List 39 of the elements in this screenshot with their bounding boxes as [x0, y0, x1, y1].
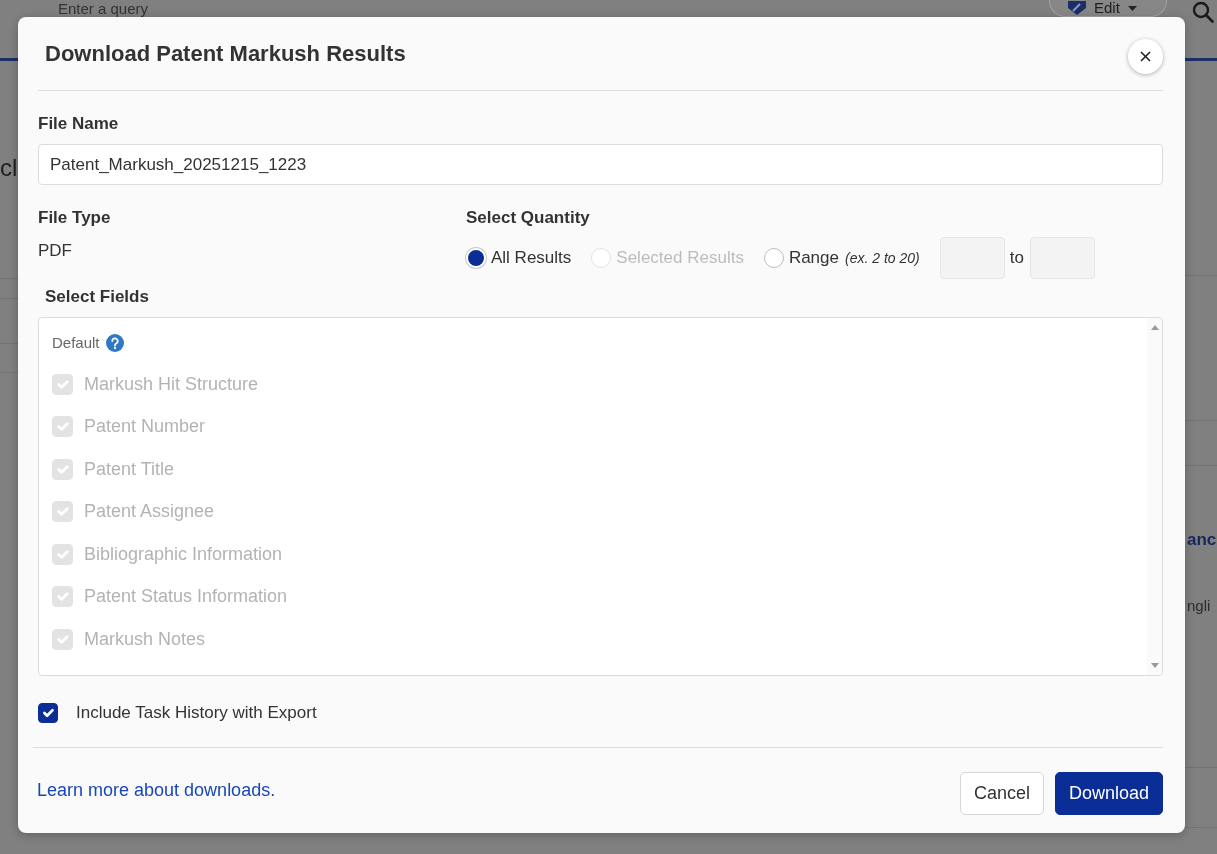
edit-button[interactable]: Edit	[1049, 0, 1167, 17]
scrollbar[interactable]	[1147, 318, 1162, 675]
help-icon	[105, 334, 124, 352]
checkbox-label: Bibliographic Information	[84, 542, 283, 566]
checkbox-label: Patent Number	[84, 415, 206, 439]
close-icon	[1140, 51, 1151, 62]
close-button[interactable]	[1128, 39, 1163, 74]
checkbox-label: Patent Title	[84, 457, 175, 481]
radio-label: All Results	[491, 247, 572, 270]
field-label: Select Quantity	[466, 207, 591, 229]
search-field[interactable]: Enter a query	[30, 0, 1045, 17]
checkbox-label: Patent Status Information	[84, 585, 288, 609]
badge-icon	[1068, 1, 1086, 15]
scroll-down-icon	[1150, 663, 1159, 668]
dialog-title: Download Patent Markush Results	[45, 40, 406, 68]
search-icon	[1192, 1, 1214, 23]
field-label: File Name	[38, 113, 120, 135]
radio-label: Selected Results	[616, 247, 744, 270]
checkbox-label: Include Task History with Export	[76, 702, 317, 725]
checkbox-label: Patent Assignee	[84, 500, 215, 524]
heading-text: anc	[1186, 529, 1217, 551]
checkbox[interactable]	[38, 703, 58, 723]
group-label: Default	[52, 332, 100, 353]
download-button[interactable]: Download	[1054, 772, 1163, 815]
checkbox-label: Markush Hit Structure	[84, 372, 259, 396]
field-label: File Type	[38, 207, 112, 229]
caret-icon	[1127, 5, 1137, 11]
checkbox-label: Markush Notes	[84, 627, 206, 651]
cancel-button[interactable]: Cancel	[959, 772, 1044, 815]
radio-label: Range (ex. 2 to 20)	[788, 247, 920, 270]
learn-more-link[interactable]: Learn more about downloads.	[37, 779, 276, 801]
radio-button[interactable]	[763, 248, 784, 268]
body-text: ngli	[1186, 597, 1212, 615]
heading-text: cl	[0, 154, 18, 182]
file-type-value: PDF	[38, 240, 73, 262]
field-label: Select Fields	[45, 286, 150, 308]
scroll-up-icon	[1150, 325, 1159, 330]
range-separator-text: to	[1009, 247, 1024, 270]
file-name-field[interactable]: Patent_Markush_20251215_1223	[38, 144, 1163, 185]
